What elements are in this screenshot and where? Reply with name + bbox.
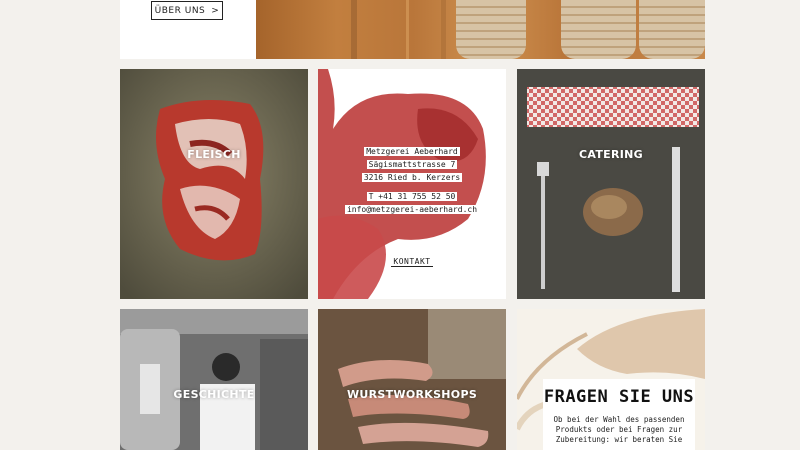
- sausage-hero-image: [256, 0, 705, 59]
- fragen-title: FRAGEN SIE UNS: [543, 387, 695, 407]
- street-address: Sägismattstrasse 7: [366, 160, 458, 169]
- tile-wurstworkshops-label: WURSTWORKSHOPS: [346, 388, 478, 401]
- steak-image: [120, 69, 308, 299]
- tile-wurstworkshops[interactable]: WURSTWORKSHOPS: [318, 309, 506, 450]
- tile-fragen[interactable]: FRAGEN SIE UNS Ob bei der Wahl des passe…: [517, 309, 705, 450]
- historic-butcher-photo: [120, 309, 308, 450]
- tile-geschichte[interactable]: GESCHICHTE: [120, 309, 308, 450]
- fragen-text: Ob bei der Wahl des passenden Produkts o…: [553, 415, 685, 444]
- chevron-right-icon: >: [211, 5, 220, 16]
- tile-catering[interactable]: CATERING: [517, 69, 705, 299]
- tile-geschichte-label: GESCHICHTE: [173, 388, 255, 401]
- contact-link[interactable]: KONTAKT: [391, 257, 433, 267]
- catering-table-image: [517, 69, 705, 299]
- tile-catering-label: CATERING: [579, 148, 643, 161]
- sausage-roll: [561, 0, 636, 59]
- tile-fleisch[interactable]: FLEISCH: [120, 69, 308, 299]
- city-address: 3216 Ried b. Kerzers: [361, 173, 463, 182]
- phone-number[interactable]: T +41 31 755 52 50: [366, 192, 458, 201]
- tile-fleisch-label: FLEISCH: [187, 148, 241, 161]
- sausage-workshop-photo: [318, 309, 506, 450]
- business-name: Metzgerei Aeberhard: [364, 147, 460, 156]
- sausage-roll: [456, 0, 526, 59]
- contact-card: Metzgerei Aeberhard Sägismattstrasse 7 3…: [318, 69, 506, 299]
- about-button[interactable]: ÜBER UNS >: [151, 1, 223, 20]
- email-link[interactable]: info@metzgerei-aeberhard.ch: [344, 205, 480, 214]
- sausage-roll: [639, 0, 705, 59]
- about-button-label: ÜBER UNS: [154, 5, 206, 16]
- fragen-box: FRAGEN SIE UNS Ob bei der Wahl des passe…: [543, 379, 695, 450]
